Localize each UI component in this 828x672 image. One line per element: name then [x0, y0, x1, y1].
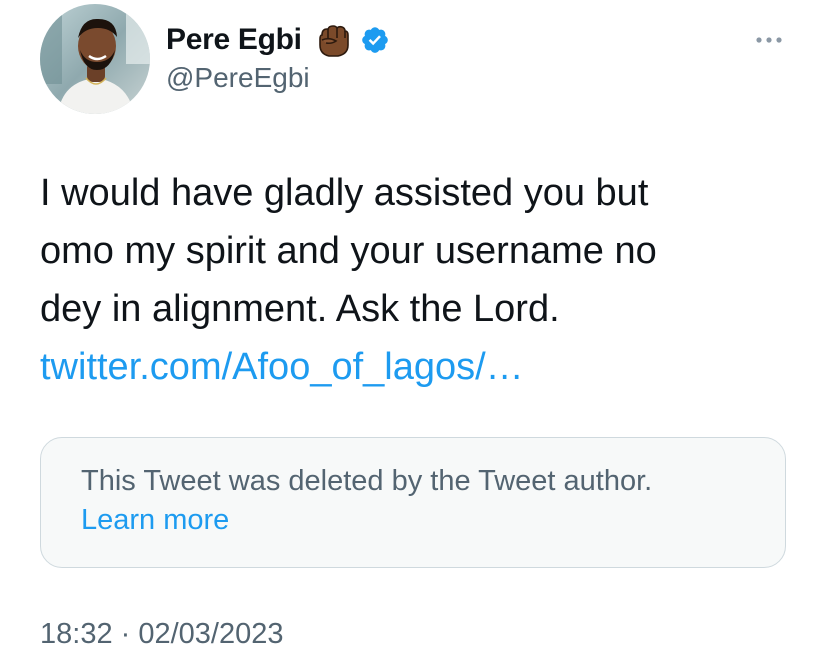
tweet-text: I would have gladly assisted you but omo… [40, 164, 800, 396]
tweet-text-line: omo my spirit and your username no [40, 230, 657, 272]
display-name[interactable]: Pere Egbi [166, 23, 302, 57]
display-name-row: Pere Egbi [166, 20, 390, 60]
avatar-image [40, 4, 150, 114]
tweet-timestamp[interactable]: 18:32 · 02/03/2023 [40, 618, 283, 651]
deleted-tweet-notice-container: This Tweet was deleted by the Tweet auth… [81, 462, 652, 540]
avatar[interactable] [40, 4, 150, 114]
deleted-tweet-notice: This Tweet was deleted by the Tweet auth… [81, 465, 653, 497]
tweet-link[interactable]: twitter.com/Afoo_of_lagos/… [40, 338, 800, 396]
raised-fist-icon [314, 21, 352, 59]
verified-badge-icon [360, 25, 390, 55]
username-handle[interactable]: @PereEgbi [166, 62, 390, 94]
quoted-tweet-card: This Tweet was deleted by the Tweet auth… [40, 437, 786, 568]
tweet-author: Pere Egbi @PereEgbi [166, 20, 390, 94]
tweet-text-line: dey in alignment. Ask the Lord. [40, 288, 560, 330]
more-options-button[interactable] [754, 30, 784, 50]
learn-more-link[interactable]: Learn more [81, 501, 652, 540]
tweet-text-line: I would have gladly assisted you but [40, 172, 649, 214]
more-horizontal-icon [756, 37, 782, 43]
